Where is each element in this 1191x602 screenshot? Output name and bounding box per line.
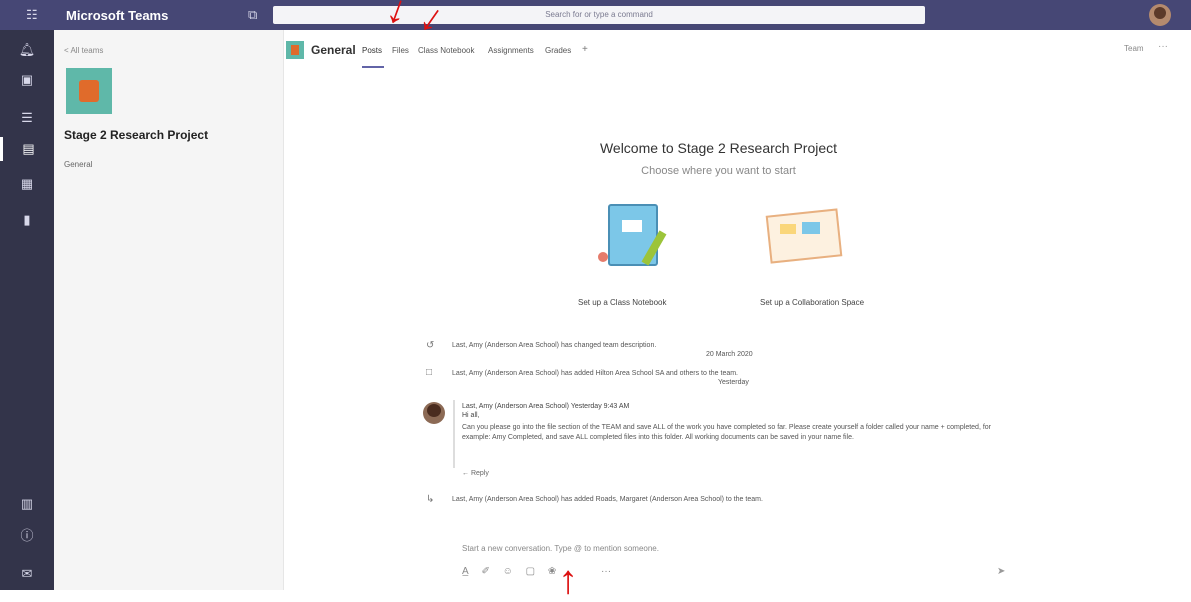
tab-files[interactable]: Files xyxy=(392,46,409,55)
search-box[interactable]: Search for or type a command xyxy=(273,6,925,24)
sticky-note-icon xyxy=(780,224,796,234)
tab-assignments[interactable]: Assignments xyxy=(488,46,534,55)
channel-title: General xyxy=(311,43,356,57)
class-notebook-illustration[interactable] xyxy=(596,202,680,272)
teams-icon[interactable]: ☰ xyxy=(0,106,54,130)
feed-event: Last, Amy (Anderson Area School) has cha… xyxy=(452,342,657,349)
active-tab-indicator xyxy=(362,66,384,68)
setup-class-notebook-button[interactable]: Set up a Class Notebook xyxy=(578,298,667,307)
tab-posts[interactable]: Posts xyxy=(362,46,382,55)
whiteboard-icon xyxy=(765,208,843,264)
app-launcher-icon[interactable]: ☷ xyxy=(26,8,40,22)
feed-date: 20 March 2020 xyxy=(706,351,753,358)
sticky-note-icon xyxy=(802,222,820,234)
channel-team-icon xyxy=(286,41,304,59)
activity-icon[interactable]: 🔔︎ xyxy=(0,38,54,62)
apps-icon[interactable]: ▥ xyxy=(0,492,54,516)
team-link[interactable]: Team xyxy=(1124,44,1144,53)
format-icon[interactable]: A̲ xyxy=(462,566,469,577)
message-body: Can you please go into the file section … xyxy=(462,424,991,441)
giphy-icon[interactable]: ▢ xyxy=(526,566,535,577)
message-thread-bar xyxy=(453,400,455,468)
more-options-icon[interactable]: ··· xyxy=(1158,41,1168,52)
app-rail: 🔔︎ ▣ ☰ ▤ ▦ ▮ ▥ ⓘ ✉ xyxy=(0,30,54,590)
sticker-icon[interactable]: ❀ xyxy=(548,566,556,577)
all-teams-link[interactable]: < All teams xyxy=(64,46,103,55)
setup-collaboration-space-button[interactable]: Set up a Collaboration Space xyxy=(760,298,864,307)
feed-event: Last, Amy (Anderson Area School) has add… xyxy=(452,370,739,377)
emoji-icon[interactable]: ☺ xyxy=(503,566,513,577)
tab-grades[interactable]: Grades xyxy=(545,46,571,55)
feedback-icon[interactable]: ✉ xyxy=(0,562,54,586)
team-settings-icon: ↺ xyxy=(426,340,435,351)
attach-icon[interactable]: ✐ xyxy=(481,566,489,577)
compose-nav-icon[interactable]: ⧉ xyxy=(248,7,257,23)
add-member-icon: □ xyxy=(426,367,433,378)
welcome-title: Welcome to Stage 2 Research Project xyxy=(599,140,838,156)
search-placeholder: Search for or type a command xyxy=(545,10,653,19)
message-author-avatar[interactable] xyxy=(423,402,445,424)
welcome-subtitle: Choose where you want to start xyxy=(641,165,796,177)
app-title: Microsoft Teams xyxy=(66,8,169,23)
annotation-arrow-icon: ↑ xyxy=(558,558,578,602)
files-icon[interactable]: ▮ xyxy=(0,208,54,232)
more-compose-options-icon[interactable]: ··· xyxy=(601,566,611,577)
feed-event: Last, Amy (Anderson Area School) has add… xyxy=(452,496,763,503)
add-tab-icon[interactable]: + xyxy=(582,44,588,55)
chat-icon[interactable]: ▣ xyxy=(0,68,54,92)
compose-toolbar: A̲ ✐ ☺ ▢ ❀ ··· xyxy=(462,566,621,577)
help-icon[interactable]: ⓘ xyxy=(0,524,54,548)
reply-button[interactable]: ← Reply xyxy=(462,470,489,477)
feed-date: Yesterday xyxy=(718,379,749,386)
profile-avatar[interactable] xyxy=(1149,4,1171,26)
collaboration-space-illustration[interactable] xyxy=(765,208,843,264)
compose-input[interactable]: Start a new conversation. Type @ to ment… xyxy=(462,544,659,553)
team-pane: < All teams Stage 2 Research Project Gen… xyxy=(54,30,284,590)
message-greeting: Hi all, xyxy=(462,412,480,419)
decoration-dot xyxy=(598,252,608,262)
add-member-icon: ↳ xyxy=(426,494,435,505)
team-avatar xyxy=(66,68,112,114)
send-icon[interactable]: ➤ xyxy=(997,566,1005,577)
message-header: Last, Amy (Anderson Area School) Yesterd… xyxy=(462,403,630,410)
top-bar: ☷ Microsoft Teams ⧉ Search for or type a… xyxy=(0,0,1191,30)
tab-class-notebook[interactable]: Class Notebook xyxy=(418,46,474,55)
